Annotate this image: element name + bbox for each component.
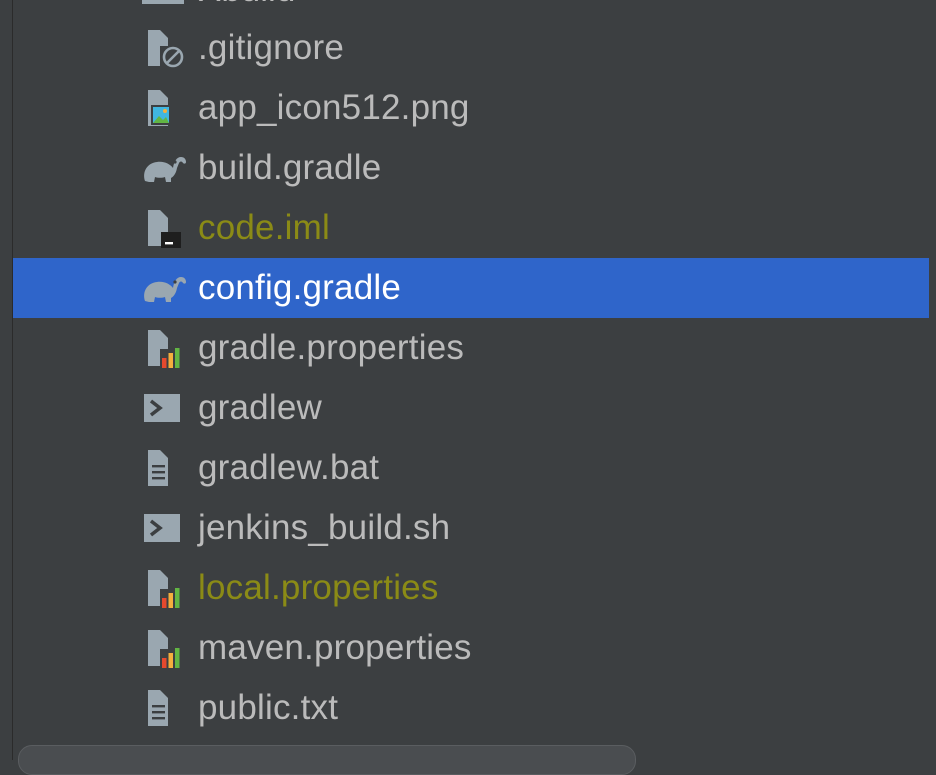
tree-item-label: gradlew xyxy=(198,388,322,427)
horizontal-scrollbar[interactable] xyxy=(18,745,636,775)
tree-item-label: code.iml xyxy=(198,208,330,247)
tree-item-label: build.gradle xyxy=(198,148,382,187)
gradle-elephant-icon xyxy=(140,148,186,188)
tree-item[interactable]: config.gradle xyxy=(13,258,929,318)
tree-item-label: public.txt xyxy=(198,688,339,727)
tree-item-label: Xbuild xyxy=(198,0,295,10)
properties-file-icon xyxy=(140,328,186,368)
ignore-file-icon xyxy=(140,28,186,68)
tree-item[interactable]: local.properties xyxy=(13,558,929,618)
tree-item[interactable]: maven.properties xyxy=(13,618,929,678)
tree-item[interactable]: gradle.properties xyxy=(13,318,929,378)
tree-item-label: jenkins_build.sh xyxy=(198,508,451,547)
tree-item-partial[interactable]: Xbuild xyxy=(13,0,929,10)
tree-item[interactable]: app_icon512.png xyxy=(13,78,929,138)
tree-item-label: local.properties xyxy=(198,568,439,607)
text-file-icon xyxy=(140,448,186,488)
tree-item[interactable]: .gitignore xyxy=(13,18,929,78)
tree-item-label: .gitignore xyxy=(198,28,344,67)
tree-item-label: gradle.properties xyxy=(198,328,465,367)
text-file-icon xyxy=(140,688,186,728)
shell-script-icon xyxy=(140,388,186,428)
shell-script-icon xyxy=(140,508,186,548)
tree-item[interactable]: build.gradle xyxy=(13,138,929,198)
gradle-elephant-icon xyxy=(140,268,186,308)
tree-item[interactable]: code.iml xyxy=(13,198,929,258)
tree-item-label: app_icon512.png xyxy=(198,88,470,127)
folder-icon xyxy=(142,0,184,4)
module-file-icon xyxy=(140,208,186,248)
tree-item[interactable]: gradlew xyxy=(13,378,929,438)
tree-item[interactable]: public.txt xyxy=(13,678,929,738)
tree-item[interactable]: jenkins_build.sh xyxy=(13,498,929,558)
project-tree-panel: Xbuild .gitignore app_icon512.png build.gr… xyxy=(0,0,936,775)
tree-item-label: maven.properties xyxy=(198,628,472,667)
properties-file-icon xyxy=(140,568,186,608)
tree-item-label: config.gradle xyxy=(198,268,402,307)
tree-item-label: gradlew.bat xyxy=(198,448,380,487)
properties-file-icon xyxy=(140,628,186,668)
image-file-icon xyxy=(140,88,186,128)
tree-item[interactable]: gradlew.bat xyxy=(13,438,929,498)
